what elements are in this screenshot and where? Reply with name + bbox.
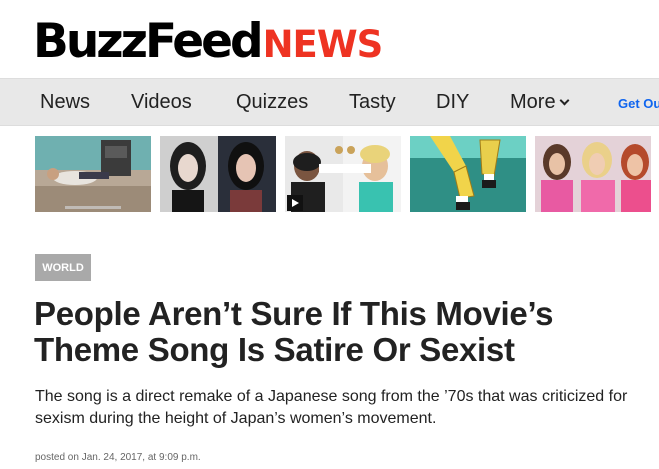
logo-news: NEWS: [262, 23, 384, 66]
nav-more-menu[interactable]: More: [510, 91, 570, 114]
logo-buzzfeed: BuzzFeed: [33, 14, 264, 69]
nav-item-tasty[interactable]: Tasty: [349, 91, 396, 114]
chevron-down-icon: [559, 95, 570, 106]
get-app-link[interactable]: Get Ou: [618, 96, 659, 111]
main-nav: News Videos Quizzes Tasty DIY More Get O…: [0, 78, 659, 126]
nav-more-label: More: [510, 91, 556, 113]
nav-item-news[interactable]: News: [40, 91, 90, 114]
posted-timestamp: posted on Jan. 24, 2017, at 9:09 p.m.: [35, 452, 201, 463]
article-headline: People Aren’t Sure If This Movie’s Theme…: [34, 295, 554, 368]
thumbnail-1[interactable]: [35, 136, 151, 212]
thumbnail-5[interactable]: [535, 136, 651, 212]
play-triangle: [291, 199, 299, 207]
play-icon[interactable]: [287, 195, 303, 211]
buzzfeed-news-logo[interactable]: BuzzFeed NEWS: [33, 14, 384, 69]
thumbnail-4[interactable]: [410, 136, 526, 212]
article-dek: The song is a direct remake of a Japanes…: [35, 388, 628, 427]
thumbnail-2[interactable]: [160, 136, 276, 212]
nav-item-quizzes[interactable]: Quizzes: [236, 91, 308, 114]
nav-item-diy[interactable]: DIY: [436, 91, 469, 114]
section-badge-world[interactable]: WORLD: [35, 254, 91, 281]
nav-item-videos[interactable]: Videos: [131, 91, 192, 114]
